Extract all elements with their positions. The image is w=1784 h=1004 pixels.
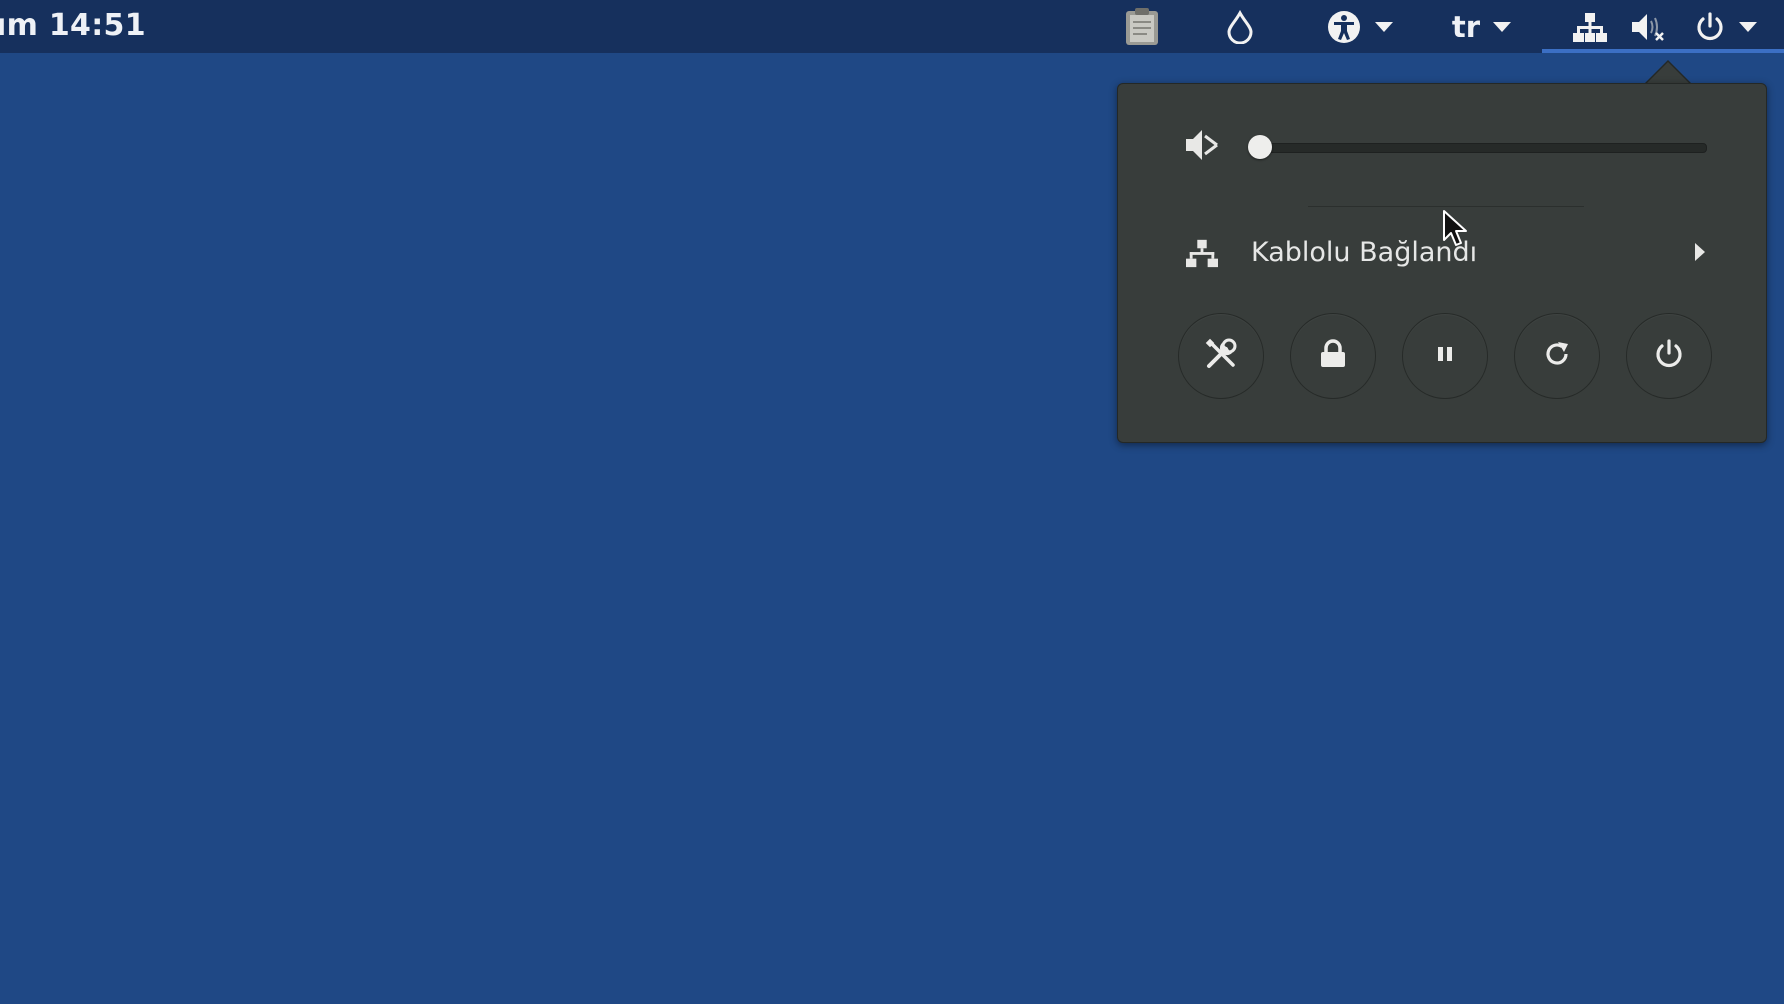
wired-network-icon [1186,237,1218,273]
tools-icon [1204,337,1238,375]
accessibility-menu[interactable] [1320,0,1400,53]
lock-icon [1319,339,1347,373]
power-menu[interactable] [1684,0,1768,53]
chevron-down-icon [1374,21,1394,33]
active-indicator [1542,49,1784,53]
volume-slider-knob[interactable] [1248,135,1272,159]
drop-icon[interactable] [1220,0,1260,53]
top-bar: ım 14:51 tr [0,0,1784,53]
volume-muted-icon[interactable] [1628,0,1668,53]
pause-icon [1435,344,1455,368]
power-icon [1653,338,1685,374]
popup-pointer [1646,62,1690,84]
chevron-right-icon [1694,242,1706,266]
restart-button[interactable] [1514,313,1600,399]
menu-separator [1308,206,1584,207]
volume-muted-icon [1184,126,1220,168]
suspend-button[interactable] [1402,313,1488,399]
language-menu[interactable]: tr [1450,0,1514,53]
volume-slider-track[interactable] [1253,143,1707,153]
accessibility-icon [1326,9,1362,45]
restart-icon [1542,339,1572,373]
chevron-down-icon [1492,21,1512,33]
language-label: tr [1451,9,1481,44]
system-menu-popup: Kablolu Bağlandı [1117,83,1767,443]
mouse-cursor-icon [1442,209,1468,253]
power-off-button[interactable] [1626,313,1712,399]
power-icon [1694,11,1726,43]
settings-button[interactable] [1178,313,1264,399]
clock-label[interactable]: ım 14:51 [0,8,146,43]
chevron-down-icon [1738,21,1758,33]
wired-network-icon[interactable] [1570,0,1610,53]
lock-button[interactable] [1290,313,1376,399]
clipboard-icon[interactable] [1120,0,1164,53]
